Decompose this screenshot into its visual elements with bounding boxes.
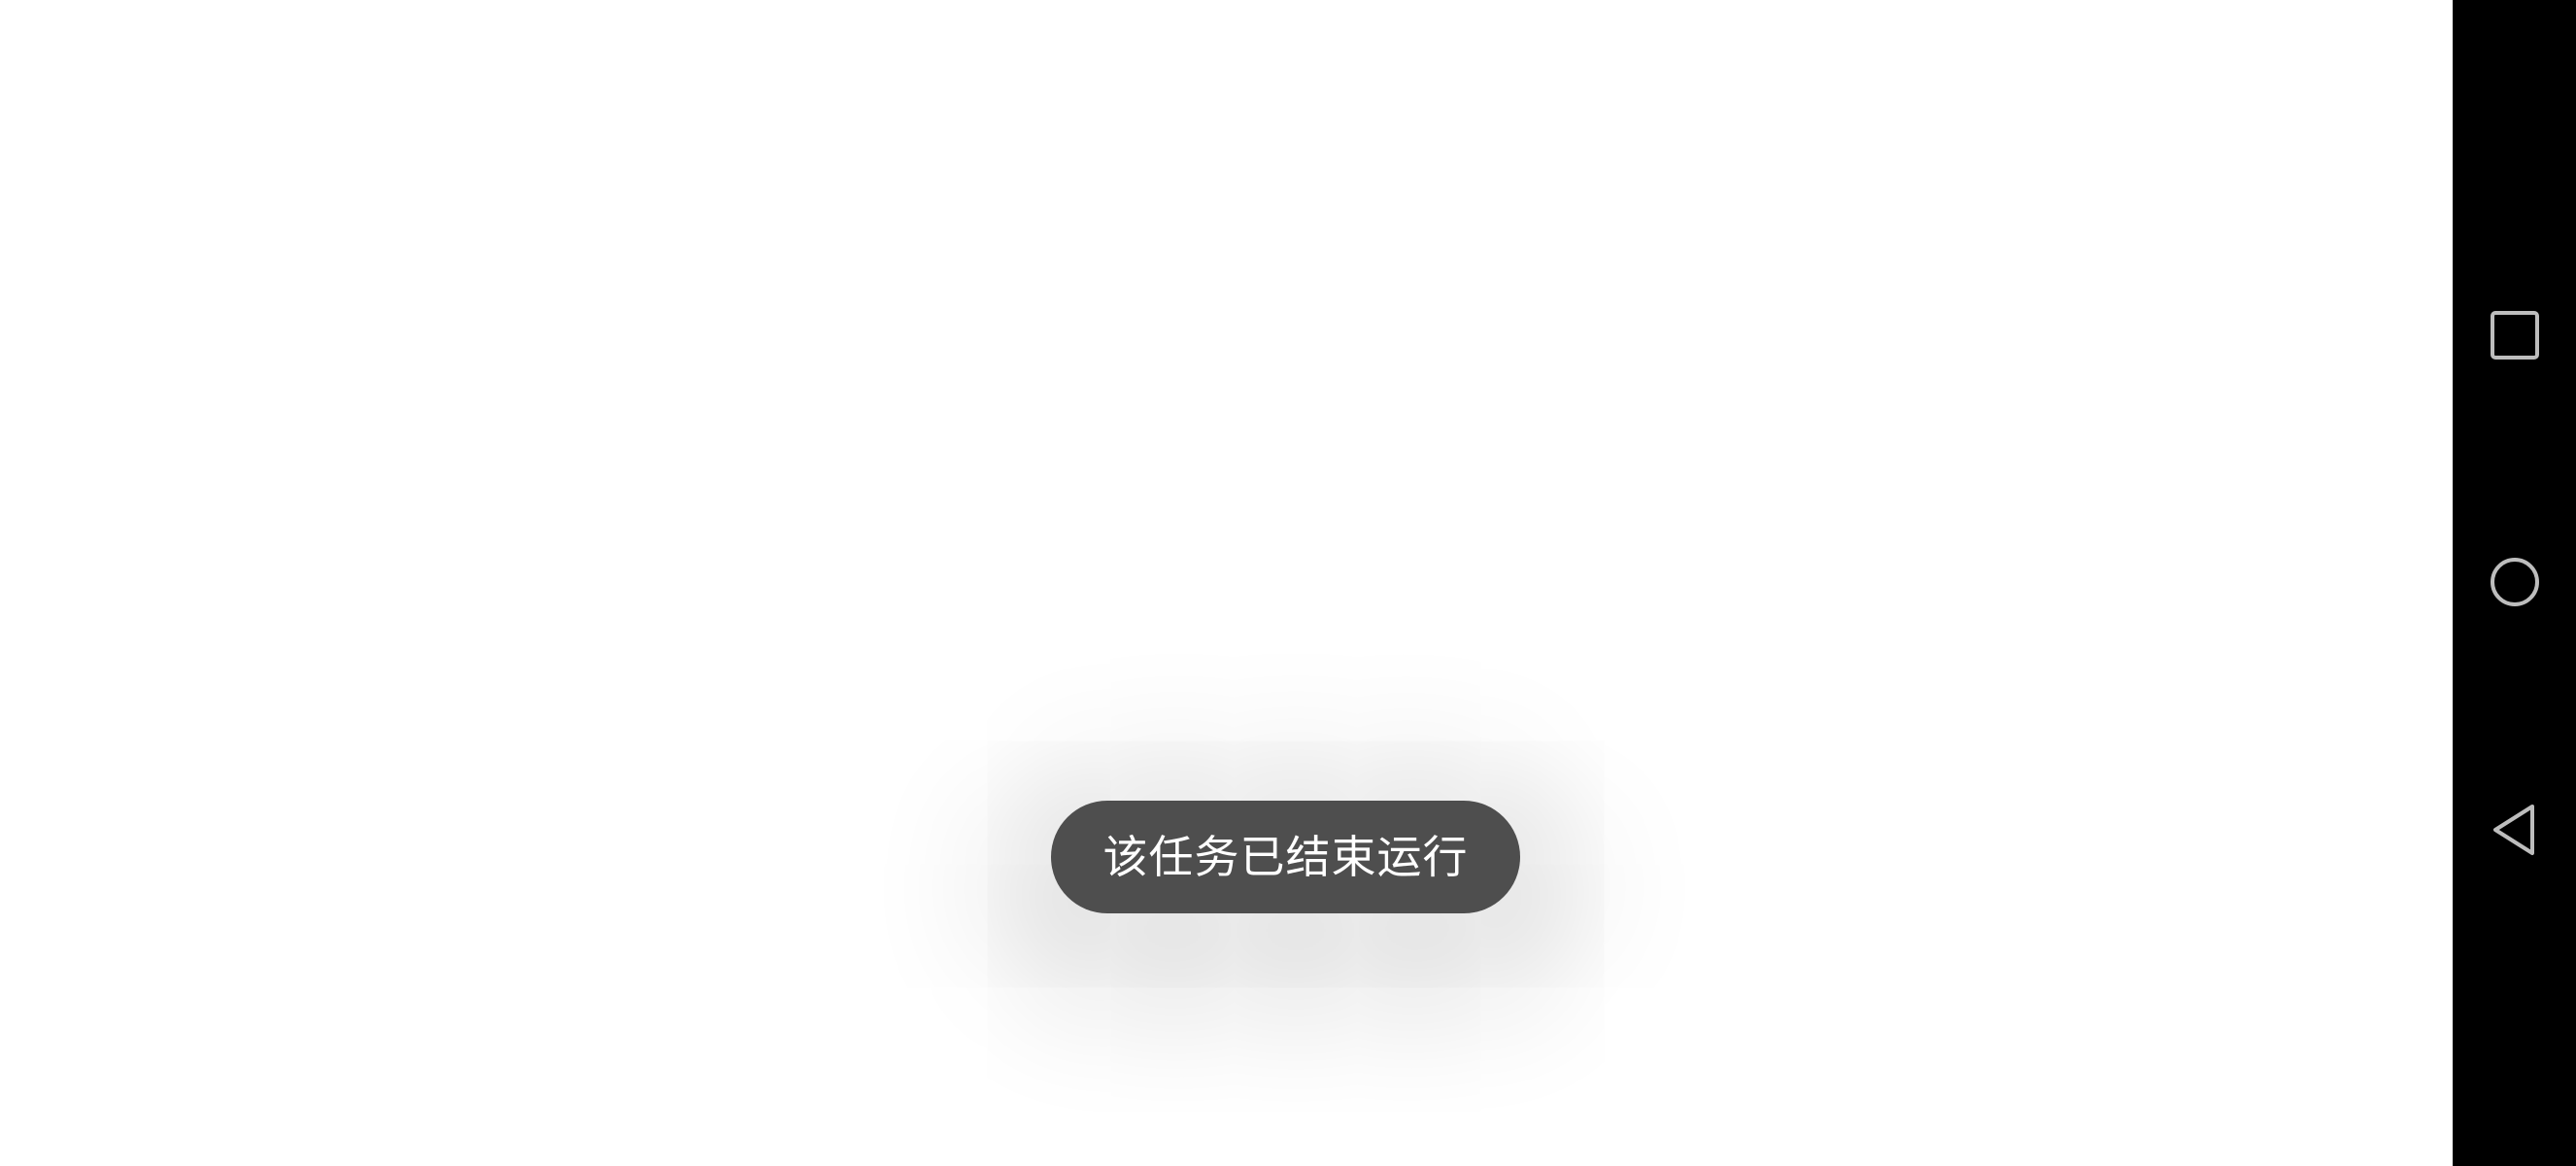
circle-icon [2490,557,2539,606]
home-button[interactable] [2453,520,2576,643]
app-content-area: 该任务已结束运行 [0,0,2453,1166]
triangle-back-icon [2492,804,2534,855]
toast-notification: 该任务已结束运行 [1051,801,1520,913]
system-navigation-bar [2453,0,2576,1166]
device-screen: 该任务已结束运行 [0,0,2576,1166]
toast-message: 该任务已结束运行 [1102,831,1469,883]
recents-button[interactable] [2453,273,2576,396]
square-icon [2490,310,2539,360]
back-button[interactable] [2453,768,2576,891]
